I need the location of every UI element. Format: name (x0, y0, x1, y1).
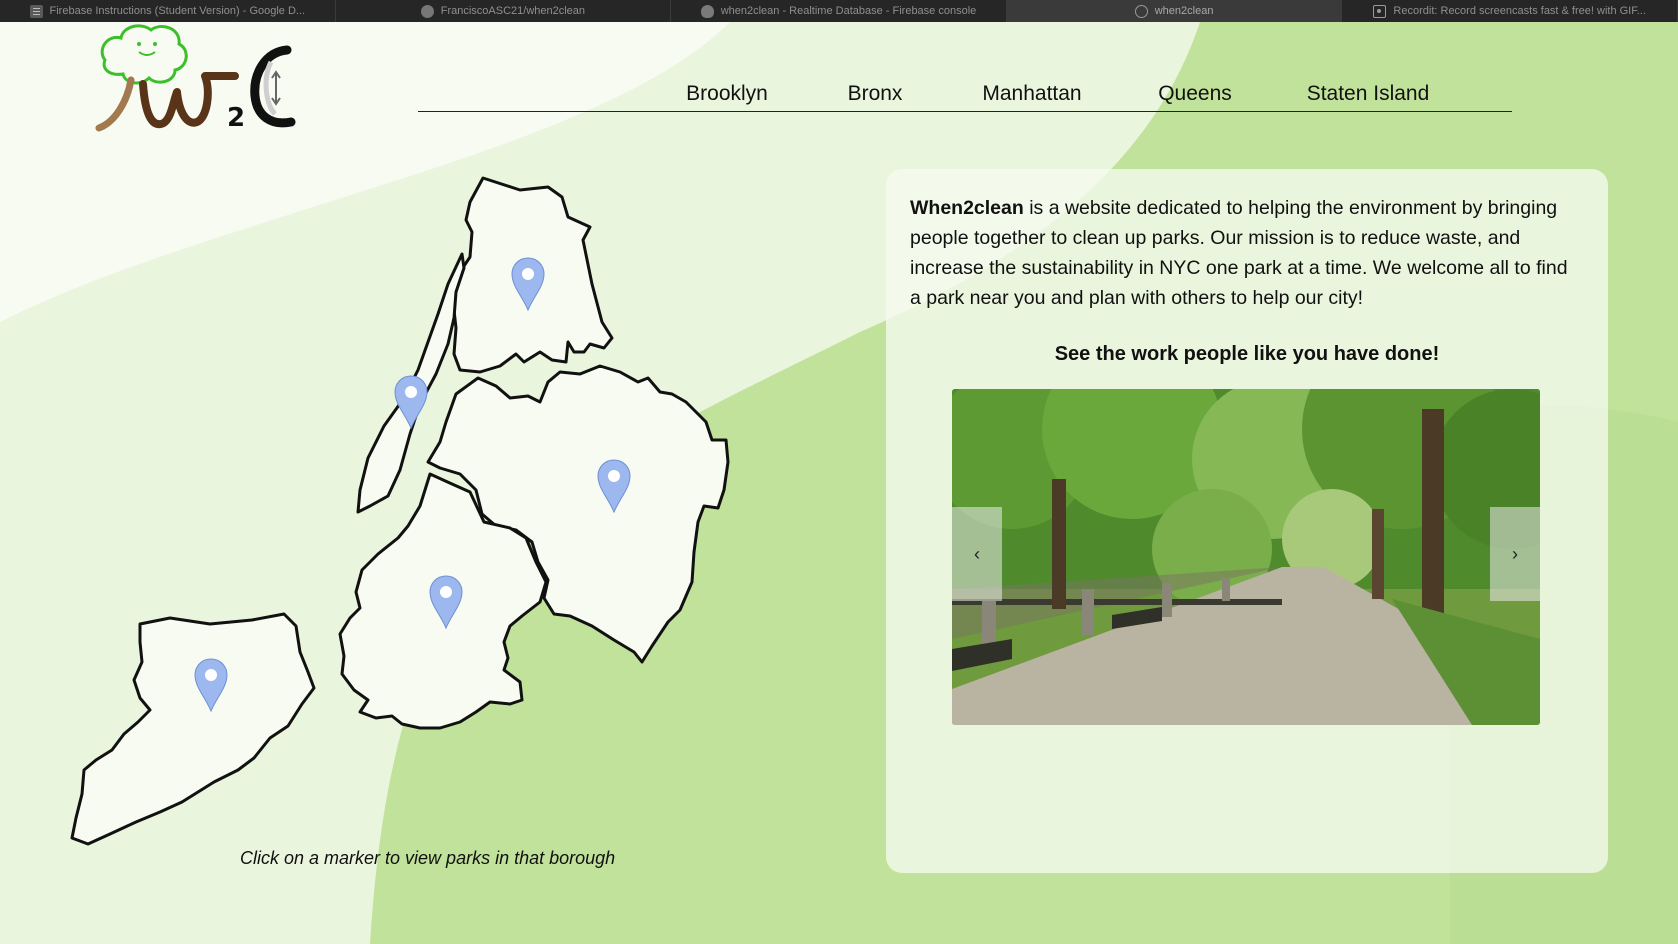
document-icon (29, 4, 43, 18)
compass-icon (1134, 4, 1148, 18)
carousel-prev-button[interactable]: ‹ (952, 507, 1002, 601)
firebase-icon (700, 4, 714, 18)
photo-carousel: ‹ › (952, 389, 1540, 725)
about-description: When2clean is a website dedicated to hel… (910, 193, 1580, 313)
tab-title: Recordit: Record screencasts fast & free… (1393, 5, 1646, 17)
svg-text:2: 2 (227, 103, 245, 133)
tab-title: FranciscoASC21/when2clean (440, 5, 586, 17)
brand-name: When2clean (910, 197, 1024, 219)
nav-item-brooklyn[interactable]: Brooklyn (686, 82, 768, 106)
staten-island-shape (70, 612, 316, 846)
nyc-borough-map (70, 176, 730, 846)
borough-nav: Brooklyn Bronx Manhattan Queens Staten I… (418, 58, 1512, 112)
browser-tab-when2clean[interactable]: when2clean (1006, 0, 1343, 22)
page: 2 Brooklyn Bronx Manhattan Queens Staten… (0, 22, 1678, 944)
tree-clock-logo[interactable]: 2 (95, 22, 325, 142)
browser-tab-recordit[interactable]: Recordit: Record screencasts fast & free… (1342, 0, 1678, 22)
nav-item-staten-island[interactable]: Staten Island (1307, 82, 1430, 106)
nav-item-manhattan[interactable]: Manhattan (982, 82, 1081, 106)
about-panel: When2clean is a website dedicated to hel… (886, 169, 1608, 873)
browser-tab-github[interactable]: FranciscoASC21/when2clean (336, 0, 672, 22)
nav-item-queens[interactable]: Queens (1158, 82, 1232, 106)
github-icon (420, 4, 434, 18)
tab-title: when2clean (1154, 5, 1214, 17)
browser-tab-firebase-console[interactable]: when2clean - Realtime Database - Firebas… (671, 0, 1007, 22)
clock-icon (250, 45, 296, 128)
browser-tab-firebase-instructions[interactable]: Firebase Instructions (Student Version) … (0, 0, 336, 22)
tab-title: Firebase Instructions (Student Version) … (49, 5, 306, 17)
park-path-photo (952, 389, 1540, 725)
browser-tab-bar: Firebase Instructions (Student Version) … (0, 0, 1678, 22)
tab-title: when2clean - Realtime Database - Firebas… (720, 5, 977, 17)
gallery-title: See the work people like you have done! (1054, 343, 1440, 365)
nav-item-bronx[interactable]: Bronx (848, 82, 903, 106)
map-caption: Click on a marker to view parks in that … (240, 848, 616, 868)
carousel-next-button[interactable]: › (1490, 507, 1540, 601)
record-icon (1373, 4, 1387, 18)
